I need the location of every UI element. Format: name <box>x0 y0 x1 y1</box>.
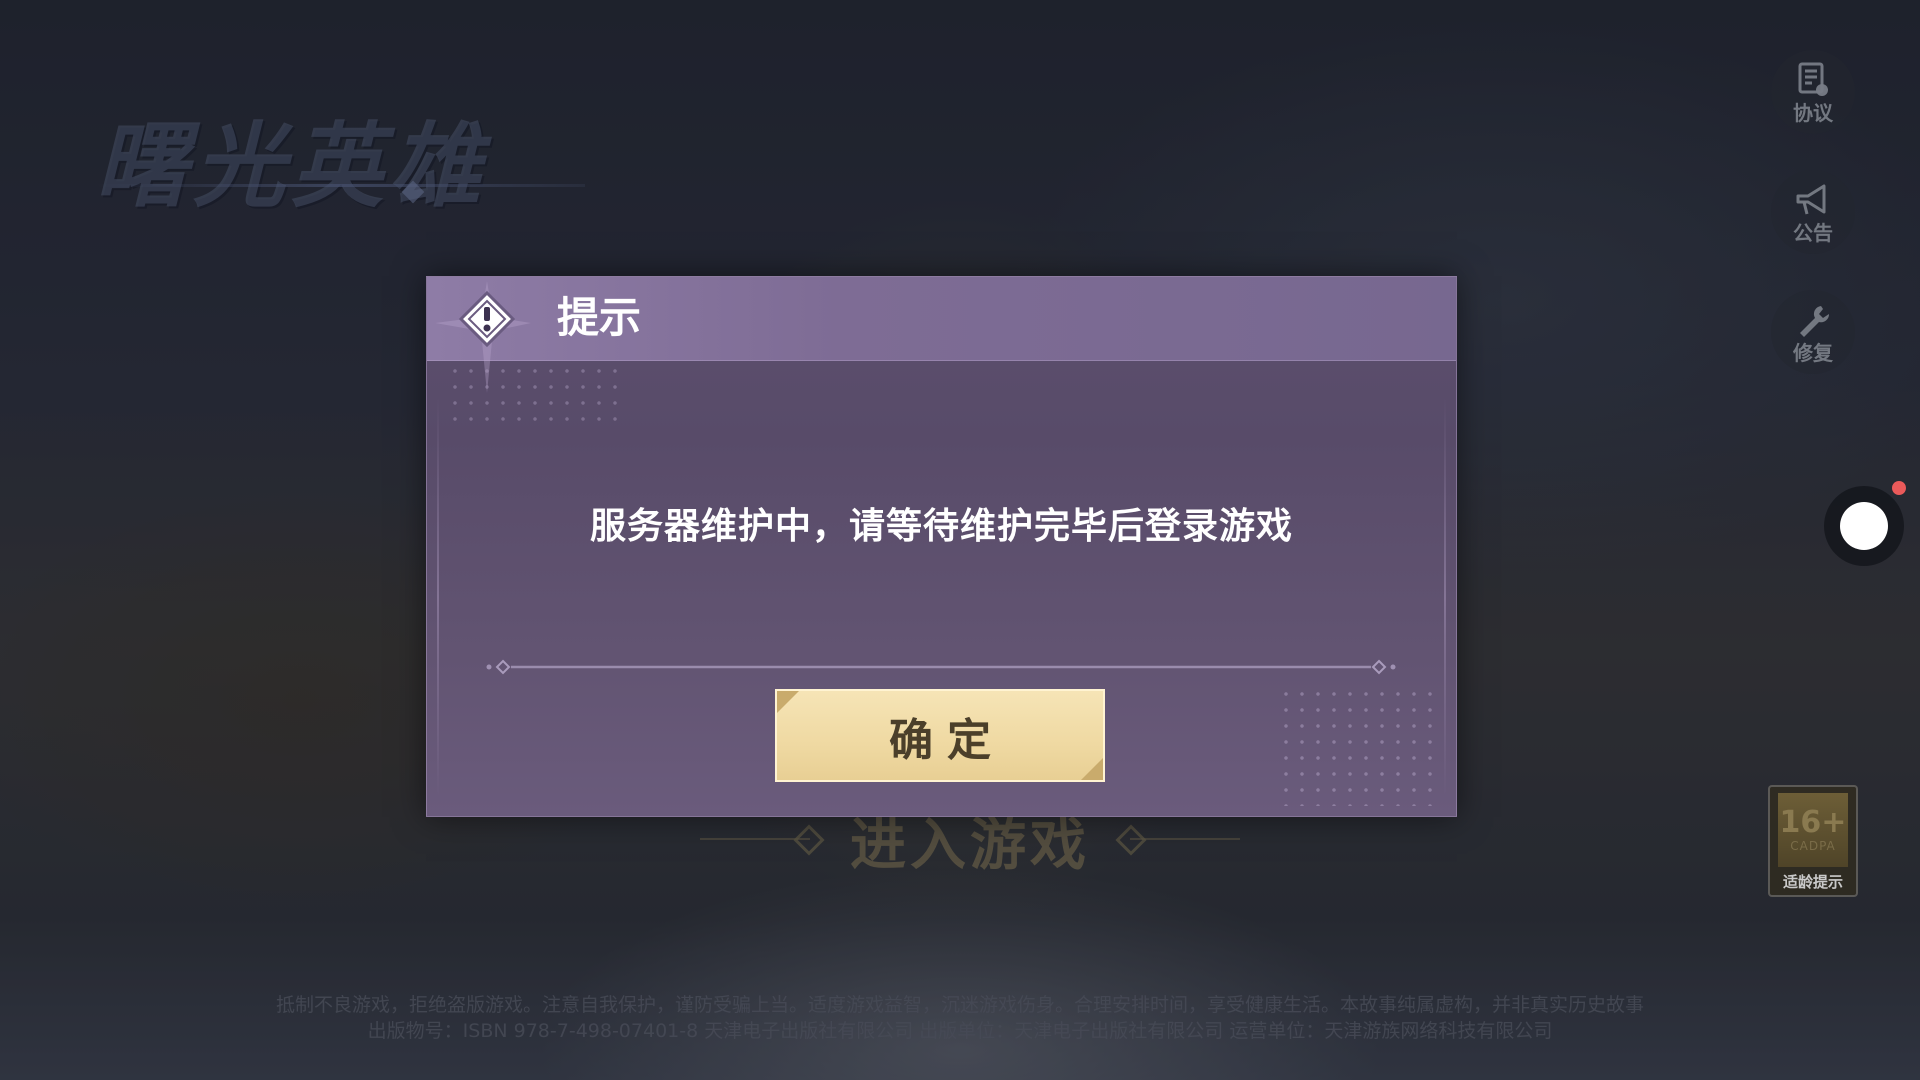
notification-badge <box>1892 481 1906 495</box>
age-rating-badge[interactable]: 16+ CADPA 适龄提示 <box>1768 785 1858 897</box>
repair-button[interactable]: 修复 <box>1771 290 1855 374</box>
legal-footer-line-1: 抵制不良游戏，拒绝盗版游戏。注意自我保护，谨防受骗上当。适度游戏益智，沉迷游戏伤… <box>275 994 1644 1016</box>
dialog-dot-pattern-bottom <box>1278 686 1438 806</box>
floating-assistant-button[interactable] <box>1824 486 1904 566</box>
confirm-button-corner-top-left <box>777 691 799 713</box>
repair-label: 修复 <box>1793 341 1833 365</box>
agreement-icon <box>1793 60 1833 100</box>
confirm-button[interactable]: 确定 <box>775 689 1105 782</box>
agreement-button[interactable]: 协议 <box>1771 50 1855 134</box>
game-logo-text: 曙光英雄 <box>95 112 488 220</box>
age-rating-label: 适龄提示 <box>1782 873 1843 891</box>
notice-dialog: 提示 服务器维护中，请等待维护完毕后登录游戏 确定 <box>426 276 1457 817</box>
logo-underline <box>95 184 585 187</box>
dialog-title: 提示 <box>557 293 642 342</box>
legal-footer-line-2: 出版物号：ISBN 978-7-498-07401-8 天津电子出版社有限公司 … <box>367 1020 1553 1042</box>
dialog-message: 服务器维护中，请等待维护完毕后登录游戏 <box>589 506 1293 547</box>
announcement-button[interactable]: 公告 <box>1771 170 1855 254</box>
game-logo: 曙光英雄 <box>95 92 585 220</box>
wrench-icon <box>1793 300 1833 340</box>
floating-dot-icon <box>1840 502 1888 550</box>
enter-game-left-diamond-icon <box>793 824 825 856</box>
announcement-label: 公告 <box>1793 221 1833 245</box>
megaphone-icon <box>1793 180 1833 220</box>
warning-emblem-icon <box>435 281 531 393</box>
enter-game-right-line <box>1130 838 1240 840</box>
age-rating-number: 16+ <box>1779 805 1847 840</box>
dialog-left-border-glow <box>437 397 439 797</box>
enter-game-right-diamond-icon <box>1115 824 1147 856</box>
age-rating-org: CADPA <box>1790 839 1836 853</box>
dialog-divider <box>486 659 1396 675</box>
confirm-button-label: 确定 <box>889 714 1005 766</box>
dialog-right-border-glow <box>1444 397 1446 797</box>
age-rating-emblem: 16+ CADPA <box>1778 793 1848 867</box>
confirm-button-corner-bottom-right <box>1081 758 1103 780</box>
game-login-screen: 曙光英雄 协议 公告 修复 16+ CADPA 适龄提示 进入游戏 抵制不良游戏… <box>0 0 1920 1080</box>
dialog-header: 提示 <box>427 277 1456 361</box>
legal-footer: 抵制不良游戏，拒绝盗版游戏。注意自我保护，谨防受骗上当。适度游戏益智，沉迷游戏伤… <box>150 992 1770 1044</box>
agreement-label: 协议 <box>1793 101 1833 125</box>
